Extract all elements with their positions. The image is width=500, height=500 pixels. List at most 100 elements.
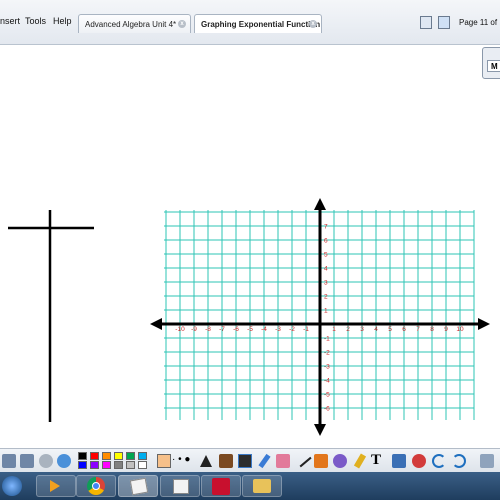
coordinate-grid: -10 -9 -8 -7 -6 -5 -4 -3 -2 -1 1 2 3 4 5 6 7 8 9 107654321-… — [150, 198, 490, 436]
menu-help[interactable]: Help — [53, 16, 72, 30]
acrobat-icon — [212, 478, 230, 495]
tools-icon[interactable] — [219, 454, 233, 468]
line-width-dots[interactable]: · • ● — [172, 454, 190, 465]
select-icon[interactable] — [200, 455, 212, 467]
y-tick-label: -5 — [324, 392, 330, 399]
tab-label: Advanced Algebra Unit 4* — [85, 20, 177, 29]
x-tick-label: -10 — [175, 326, 185, 333]
x-tick-label: 1 — [332, 326, 336, 333]
x-tick-label: -6 — [233, 326, 239, 333]
x-tick-label: -1 — [303, 326, 309, 333]
line-icon[interactable] — [294, 450, 312, 468]
y-tick-label: 5 — [324, 252, 328, 259]
x-axis-arrow-right — [478, 318, 490, 330]
chrome-icon — [87, 477, 105, 495]
x-axis-arrow-left — [150, 318, 162, 330]
color-swatch[interactable] — [90, 452, 99, 460]
color-swatch[interactable] — [78, 461, 87, 469]
eraser-icon[interactable] — [276, 454, 290, 468]
tab-advanced-algebra[interactable]: Advanced Algebra Unit 4* x — [78, 14, 191, 33]
x-tick-label: -3 — [275, 326, 281, 333]
page-indicator: Page 11 of 1 — [459, 18, 500, 27]
x-tick-label: 7 — [416, 326, 420, 333]
magic-pen-icon[interactable] — [353, 453, 367, 469]
tab-close-icon[interactable]: x — [178, 20, 186, 28]
x-tick-label: -7 — [219, 326, 225, 333]
taskbar-acrobat[interactable] — [201, 475, 241, 497]
x-tick-label: 6 — [402, 326, 406, 333]
y-tick-label: 7 — [324, 224, 328, 231]
text-icon[interactable]: T — [371, 452, 381, 469]
capture-icon[interactable] — [57, 454, 71, 468]
page-sorter-icon[interactable] — [420, 16, 432, 29]
menu-bar: nsert Tools Help Advanced Algebra Unit 4… — [0, 0, 500, 45]
menu-insert[interactable]: nsert — [0, 16, 20, 30]
current-color-swatch[interactable] — [157, 454, 171, 468]
explorer-icon — [253, 479, 271, 493]
y-tick-label: 6 — [324, 238, 328, 245]
y-tick-label: -1 — [324, 336, 330, 343]
color-swatch[interactable] — [102, 452, 111, 460]
notebook-icon — [173, 479, 189, 494]
taskbar-media-player[interactable] — [36, 475, 76, 497]
color-swatch[interactable] — [78, 452, 87, 460]
color-swatch[interactable] — [102, 461, 111, 469]
taskbar-notebook[interactable] — [118, 475, 158, 497]
color-swatch[interactable] — [90, 461, 99, 469]
x-tick-label: 4 — [374, 326, 378, 333]
tab-graphing-exponential[interactable]: Graphing Exponential Function x — [194, 14, 322, 33]
windows-taskbar — [0, 472, 500, 500]
x-tick-label: 8 — [430, 326, 434, 333]
gallery-icon[interactable] — [438, 16, 450, 29]
taskbar-chrome[interactable] — [76, 475, 116, 497]
y-tick-label: 3 — [324, 280, 328, 287]
undo-icon[interactable] — [432, 454, 446, 468]
shape-icon[interactable] — [333, 454, 347, 468]
y-tick-label: 1 — [324, 308, 328, 315]
x-tick-label: 9 — [444, 326, 448, 333]
back-icon[interactable] — [2, 454, 16, 468]
y-tick-label: 4 — [324, 266, 328, 273]
color-swatch[interactable] — [126, 461, 135, 469]
y-axis-arrow-up — [314, 198, 326, 210]
start-icon[interactable] — [2, 476, 22, 496]
delete-icon[interactable] — [412, 454, 426, 468]
x-tick-label: -5 — [247, 326, 253, 333]
x-tick-label: -8 — [205, 326, 211, 333]
menu-tools[interactable]: Tools — [25, 16, 46, 30]
x-tick-label: -2 — [289, 326, 295, 333]
y-tick-label: -2 — [324, 350, 330, 357]
taskbar-explorer[interactable] — [242, 475, 282, 497]
taskbar-notebook-2[interactable] — [160, 475, 200, 497]
color-swatch[interactable] — [138, 461, 147, 469]
tab-label: Graphing Exponential Function — [201, 20, 321, 29]
color-swatch[interactable] — [126, 452, 135, 460]
y-tick-label: -4 — [324, 378, 330, 385]
x-tick-label: 2 — [346, 326, 350, 333]
color-swatch[interactable] — [138, 452, 147, 460]
y-tick-label: 2 — [324, 294, 328, 301]
color-swatch[interactable] — [114, 461, 123, 469]
x-tick-label: -4 — [261, 326, 267, 333]
redo-icon[interactable] — [452, 454, 466, 468]
fill-icon[interactable] — [314, 454, 328, 468]
page-icon[interactable] — [39, 454, 53, 468]
y-tick-label: -6 — [324, 406, 330, 413]
tab-close-icon[interactable]: x — [309, 20, 317, 28]
forward-icon[interactable] — [20, 454, 34, 468]
x-tick-label: 10 — [456, 326, 464, 333]
y-axis-arrow-down — [314, 424, 326, 436]
x-tick-label: 3 — [360, 326, 364, 333]
whiteboard-canvas[interactable]: -10 -9 -8 -7 -6 -5 -4 -3 -2 -1 1 2 3 4 5 6 7 8 9 107654321-… — [0, 44, 500, 448]
notebook-icon — [129, 477, 149, 496]
toolbar-options-icon[interactable] — [480, 454, 494, 468]
x-tick-label: -9 — [191, 326, 197, 333]
color-swatch[interactable] — [114, 452, 123, 460]
table-icon[interactable] — [392, 454, 406, 468]
media-player-icon — [50, 480, 60, 492]
y-tick-label: -3 — [324, 364, 330, 371]
highlighter-icon[interactable] — [258, 453, 271, 469]
drawing-toolbar: · • ● T — [0, 448, 500, 473]
x-tick-label: 5 — [388, 326, 392, 333]
pen-icon[interactable] — [238, 454, 252, 468]
